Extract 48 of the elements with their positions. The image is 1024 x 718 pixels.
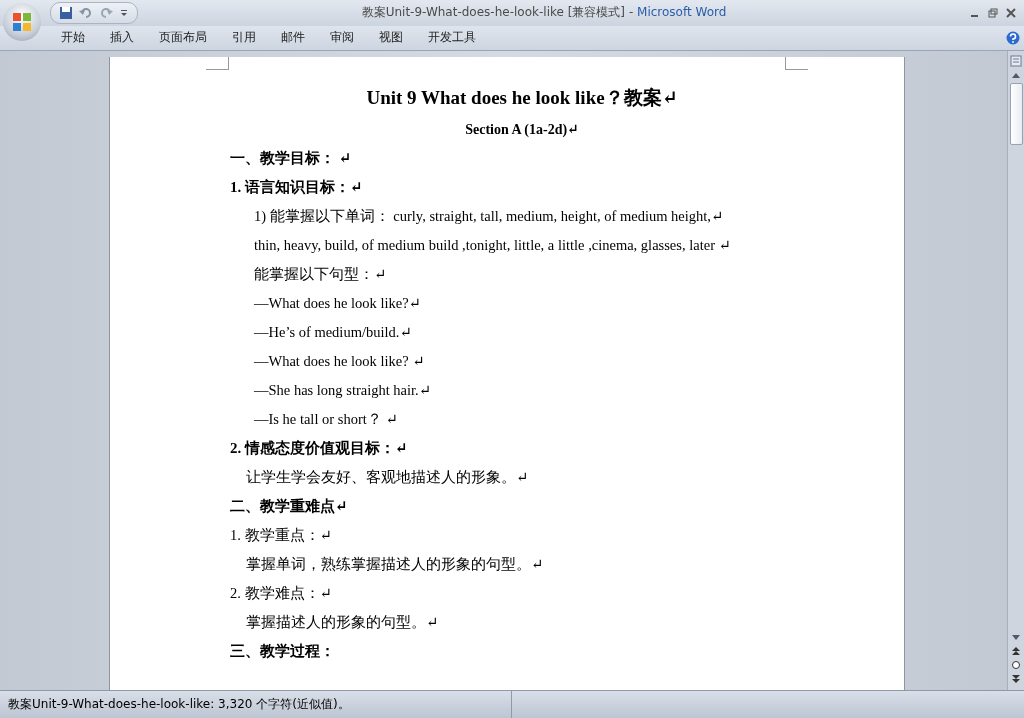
ribbon-tab[interactable]: 开发工具 [419,26,485,50]
paragraph: —What does he look like? ↵ [254,352,425,369]
paragraph: 1. 教学重点：↵ [230,526,332,543]
ruler-toggle-icon[interactable] [1010,54,1022,67]
save-icon[interactable] [59,6,73,20]
ribbon-tab[interactable]: 页面布局 [150,26,216,50]
close-icon[interactable] [1006,8,1016,18]
browse-object-icon[interactable] [1011,660,1021,671]
ribbon-tab[interactable]: 邮件 [272,26,314,50]
paragraph: —He’s of medium/build.↵ [254,323,412,340]
paragraph: thin, heavy, build, of medium build ,tonight, little, a little ,cinema, glasses, later ↵ [254,236,731,253]
help-icon[interactable] [1006,30,1020,45]
title-separator: - [628,5,634,20]
office-button[interactable] [3,3,41,41]
app-name: Microsoft Word [637,5,727,20]
document-title: Unit 9 What does he look like？教案↵ [366,86,678,108]
paragraph: 2. 教学难点：↵ [230,584,332,601]
section-heading: 1. 语言知识目标：↵ [230,178,363,195]
paragraph: —She has long straight hair.↵ [254,381,431,398]
section-heading: 2. 情感态度价值观目标：↵ [230,439,408,456]
previous-page-icon[interactable] [1011,646,1021,657]
ribbon-tab[interactable]: 审阅 [321,26,363,50]
ribbon-tab[interactable]: 开始 [52,26,94,50]
vertical-scrollbar[interactable] [1007,50,1024,691]
undo-icon[interactable] [79,6,93,20]
ribbon-tab[interactable]: 视图 [370,26,412,50]
customize-menu-icon[interactable] [119,8,129,18]
restore-icon[interactable] [988,8,998,18]
scroll-thumb[interactable] [1009,82,1023,145]
section-heading: 二、教学重难点↵ [230,497,348,514]
margin-corner-mark [785,56,808,70]
section-heading: 一、教学目标： ↵ [230,149,352,166]
paragraph: 能掌握以下句型：↵ [254,265,387,282]
section-heading: 三、教学过程： [230,642,335,659]
status-text: 教案Unit-9-What-does-he-look-like: 3,320 个字符(近似值)。 [8,696,350,714]
section-heading: Section A (1a-2d)↵ [465,121,579,137]
ribbon-tab[interactable]: 引用 [223,26,265,50]
paragraph: 1) 能掌握以下单词： curly, straight, tall, medium, height, of medium height,↵ [254,207,724,224]
paragraph: 掌握单词，熟练掌握描述人的形象的句型。↵ [246,555,544,572]
paragraph: 掌握描述人的形象的句型。↵ [246,613,439,630]
margin-corner-mark [206,56,229,70]
office-logo-icon [11,11,33,33]
paragraph: —What does he look like?↵ [254,294,421,311]
paragraph: 让学生学会友好、客观地描述人的形象。↵ [246,468,529,485]
window-title: 教案Unit-9-What-does-he-look-like [兼容模式] [361,5,626,20]
paragraph: —Is he tall or short？ ↵ [254,410,398,427]
next-page-icon[interactable] [1011,674,1021,685]
ribbon-tab[interactable]: 插入 [101,26,143,50]
